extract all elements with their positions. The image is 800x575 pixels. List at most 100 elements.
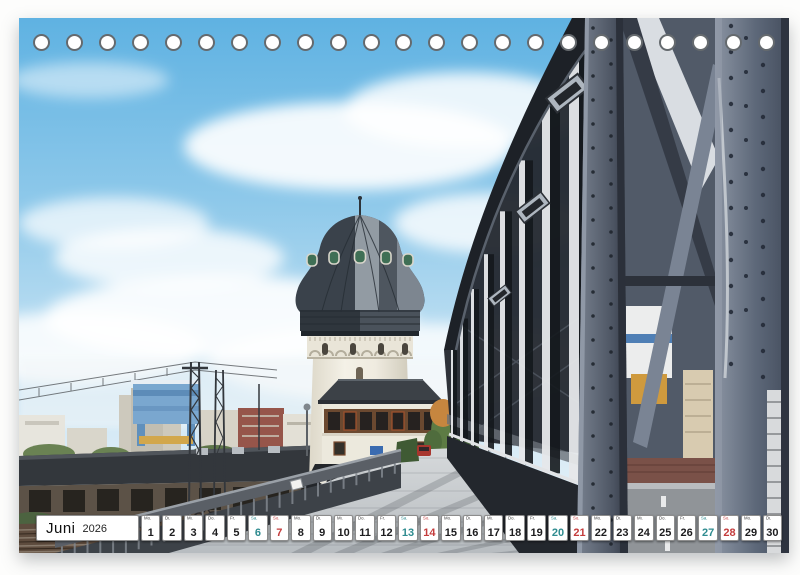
calendar-day-cell-4: Do. 4 — [205, 515, 224, 541]
day-number: 22 — [592, 527, 609, 539]
day-weekday-label: So. — [723, 516, 729, 522]
day-number: 2 — [163, 527, 180, 539]
day-weekday-label: Mo. — [744, 516, 751, 522]
day-number: 10 — [335, 527, 352, 539]
calendar-day-cell-5: Fr. 5 — [227, 515, 246, 541]
day-number: 28 — [721, 527, 738, 539]
day-number: 3 — [185, 527, 202, 539]
day-number: 15 — [442, 527, 459, 539]
calendar-page: Juni 2026 Mo.1Di.2Mi.3Do.4Fr.5Sa.6So.7Mo… — [0, 0, 800, 575]
day-weekday-label: Mo. — [144, 516, 151, 522]
calendar-day-cell-10: Mi. 10 — [334, 515, 353, 541]
calendar-day-cell-22: Mo. 22 — [591, 515, 610, 541]
day-number: 12 — [378, 527, 395, 539]
day-weekday-label: Mi. — [337, 516, 343, 522]
month-label: Juni — [46, 520, 76, 537]
day-number: 25 — [657, 527, 674, 539]
calendar-day-cell-7: So. 7 — [270, 515, 289, 541]
day-weekday-label: Fr. — [380, 516, 385, 522]
day-weekday-label: So. — [573, 516, 579, 522]
calendar-day-cell-29: Mo. 29 — [741, 515, 760, 541]
day-number: 20 — [549, 527, 566, 539]
day-weekday-label: Di. — [466, 516, 471, 522]
photo-illustration — [19, 18, 789, 553]
day-weekday-label: Mi. — [637, 516, 643, 522]
day-weekday-label: Mi. — [187, 516, 193, 522]
day-weekday-label: Di. — [616, 516, 621, 522]
day-weekday-label: Do. — [208, 516, 215, 522]
day-number: 13 — [399, 527, 416, 539]
railing-sign — [290, 479, 303, 490]
calendar-strip: Juni 2026 Mo.1Di.2Mi.3Do.4Fr.5Sa.6So.7Mo… — [36, 515, 782, 541]
bridge-column-left — [577, 18, 628, 553]
calendar-day-cell-16: Di. 16 — [463, 515, 482, 541]
calendar-day-cell-20: Sa. 20 — [548, 515, 567, 541]
calendar-day-cell-3: Mi. 3 — [184, 515, 203, 541]
day-weekday-label: Di. — [316, 516, 321, 522]
gap-glimpses — [619, 18, 727, 553]
day-weekday-label: Fr. — [530, 516, 535, 522]
day-weekday-label: Fr. — [680, 516, 685, 522]
day-weekday-label: So. — [273, 516, 279, 522]
calendar-day-cell-13: Sa. 13 — [398, 515, 417, 541]
day-weekday-label: Sa. — [401, 516, 407, 522]
calendar-day-cell-25: Do. 25 — [656, 515, 675, 541]
day-weekday-label: Sa. — [551, 516, 557, 522]
day-weekday-label: Mo. — [594, 516, 601, 522]
day-weekday-label: Do. — [508, 516, 515, 522]
corbel-band — [307, 336, 413, 359]
calendar-day-cell-28: So. 28 — [720, 515, 739, 541]
distant-vehicle — [417, 445, 431, 456]
day-weekday-label: Mi. — [487, 516, 493, 522]
day-number: 11 — [356, 527, 373, 539]
day-number: 24 — [635, 527, 652, 539]
day-number: 4 — [206, 527, 223, 539]
calendar-day-cell-24: Mi. 24 — [634, 515, 653, 541]
calendar-day-cell-9: Di. 9 — [313, 515, 332, 541]
day-number: 1 — [142, 527, 159, 539]
year-label: 2026 — [83, 521, 107, 535]
month-box: Juni 2026 — [36, 515, 139, 541]
day-weekday-label: Di. — [165, 516, 170, 522]
day-number: 5 — [228, 527, 245, 539]
calendar-day-cell-17: Mi. 17 — [484, 515, 503, 541]
calendar-day-cell-15: Mo. 15 — [441, 515, 460, 541]
day-weekday-label: Do. — [659, 516, 666, 522]
day-number: 21 — [571, 527, 588, 539]
calendar-day-cell-18: Do. 18 — [505, 515, 524, 541]
calendar-photo-area: Juni 2026 Mo.1Di.2Mi.3Do.4Fr.5Sa.6So.7Mo… — [19, 18, 789, 553]
calendar-day-cell-23: Di. 23 — [613, 515, 632, 541]
calendar-day-cell-30: Di.30 — [763, 515, 782, 541]
calendar-day-cell-6: Sa.6 — [248, 515, 267, 541]
day-number: 29 — [742, 527, 759, 539]
calendar-day-cell-14: So.14 — [420, 515, 439, 541]
day-number: 18 — [506, 527, 523, 539]
calendar-day-cell-1: Mo. 1 — [141, 515, 160, 541]
day-weekday-label: Fr. — [230, 516, 235, 522]
blue-plaque — [370, 446, 383, 455]
day-weekday-label: So. — [423, 516, 429, 522]
calendar-day-cell-12: Fr. 12 — [377, 515, 396, 541]
day-weekday-label: Mo. — [444, 516, 451, 522]
calendar-day-cell-26: Fr. 26 — [677, 515, 696, 541]
day-number: 19 — [528, 527, 545, 539]
bridge-column-right — [715, 18, 789, 553]
day-number: 16 — [464, 527, 481, 539]
day-number: 6 — [249, 527, 266, 539]
day-weekday-label: Di. — [766, 516, 771, 522]
day-number: 26 — [678, 527, 695, 539]
day-number: 23 — [614, 527, 631, 539]
day-number: 27 — [699, 527, 716, 539]
calendar-day-cell-8: Mo.8 — [291, 515, 310, 541]
day-number: 8 — [292, 527, 309, 539]
dome-eave-shadow — [301, 331, 419, 336]
calendar-day-cell-19: Fr. 19 — [527, 515, 546, 541]
calendar-day-cell-11: Do. 11 — [355, 515, 374, 541]
day-number: 7 — [271, 527, 288, 539]
calendar-day-cell-2: Di. 2 — [162, 515, 181, 541]
day-number: 9 — [314, 527, 331, 539]
day-weekday-label: Do. — [358, 516, 365, 522]
day-number: 17 — [485, 527, 502, 539]
day-weekday-label: Sa. — [701, 516, 707, 522]
calendar-day-cell-21: So. 21 — [570, 515, 589, 541]
